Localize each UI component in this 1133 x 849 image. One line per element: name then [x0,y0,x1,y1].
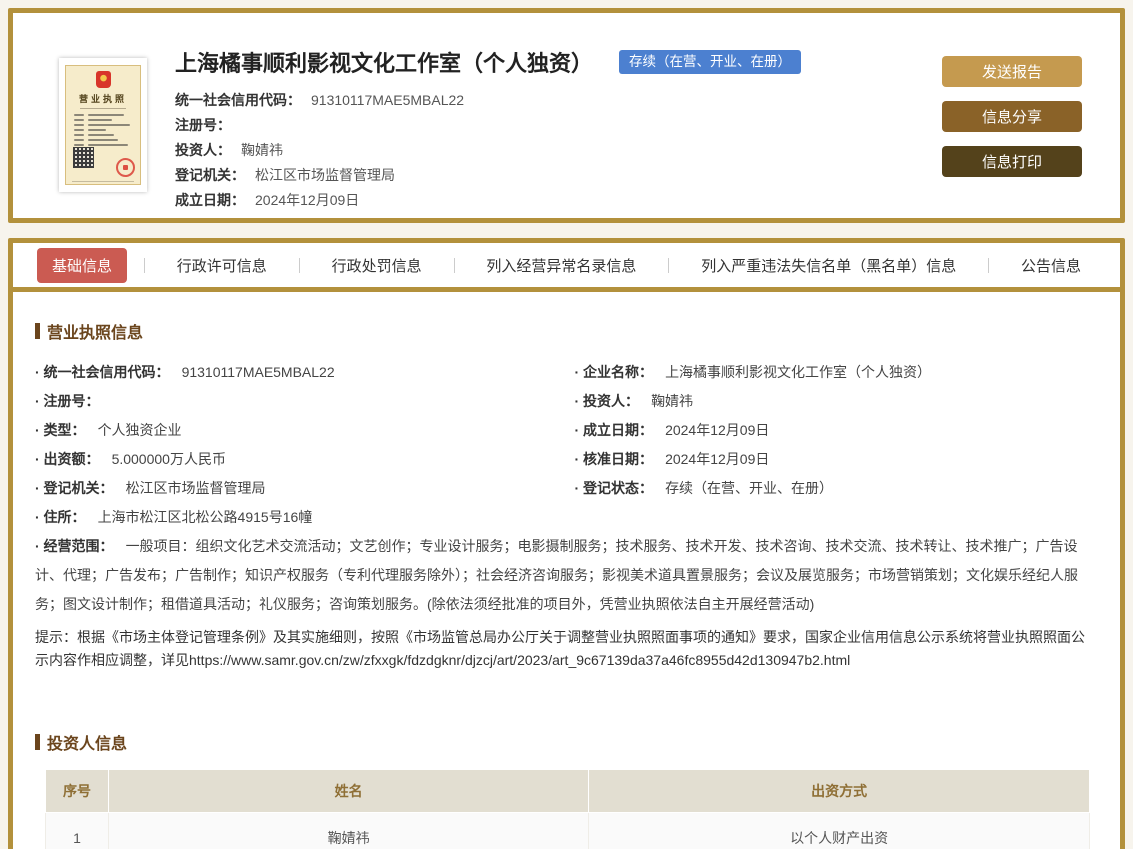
field-founded-date: · 成立日期：2024年12月09日 [575,416,1091,445]
tab-abnormal-list[interactable]: 列入经营异常名录信息 [471,248,651,283]
field-business-scope: · 经营范围：一般项目：组织文化艺术交流活动；文艺创作；专业设计服务；电影摄制服… [35,532,1090,619]
basic-info-content: 营业执照信息 · 统一社会信用代码：91310117MAE5MBAL22 · 企… [13,292,1120,849]
detail-card: 基础信息 行政许可信息 行政处罚信息 列入经营异常名录信息 列入严重违法失信名单… [8,238,1125,849]
tab-separator [454,258,455,273]
investor-table: 序号 姓名 出资方式 1 鞠婧祎 以个人财产出资 [45,769,1090,849]
cell-name: 鞠婧祎 [109,813,589,849]
license-notice-text: 提示：根据《市场主体登记管理条例》及其实施细则，按照《市场监管总局办公厅关于调整… [35,626,1090,672]
section-title-license-info: 营业执照信息 [35,319,1090,343]
license-thumb-title: 营业执照 [79,92,127,105]
info-print-button[interactable]: 信息打印 [942,146,1082,177]
tab-separator [144,258,145,273]
national-emblem-icon [96,71,111,88]
tab-announcement[interactable]: 公告信息 [1006,248,1096,283]
license-footline [72,181,134,182]
send-report-button[interactable]: 发送报告 [942,56,1082,87]
field-approval-date: · 核准日期：2024年12月09日 [575,445,1091,474]
tab-separator [668,258,669,273]
cell-contribution: 以个人财产出资 [589,813,1090,849]
header-field-registry: 登记机关：松江区市场监督管理局 [175,168,942,183]
tab-basic-info[interactable]: 基础信息 [37,248,127,283]
field-address: · 住所：上海市松江区北松公路4915号16幢 [35,503,551,532]
status-badge: 存续（在营、开业、在册） [619,50,801,75]
section-title-investor-info: 投资人信息 [35,730,1090,754]
field-reg-number: · 注册号： [35,387,551,416]
field-company-type: · 类型：个人独资企业 [35,416,551,445]
field-reg-status: · 登记状态：存续（在营、开业、在册） [575,474,1091,503]
tab-separator [988,258,989,273]
field-capital: · 出资额：5.000000万人民币 [35,445,551,474]
field-registry: · 登记机关：松江区市场监督管理局 [35,474,551,503]
company-name: 上海橘事顺利影视文化工作室（个人独资） [175,46,593,78]
header-field-founded-date: 成立日期：2024年12月09日 [175,193,942,208]
investor-table-header-row: 序号 姓名 出资方式 [46,770,1090,813]
license-fields-grid: · 统一社会信用代码：91310117MAE5MBAL22 · 企业名称：上海橘… [35,358,1090,619]
section-marker [35,734,40,750]
section-marker [35,323,40,339]
license-subline [80,108,126,109]
cell-index: 1 [46,813,109,849]
field-investor: · 投资人：鞠婧祎 [575,387,1091,416]
tab-separator [299,258,300,273]
license-text-lines [66,109,140,149]
header-fields: 统一社会信用代码：91310117MAE5MBAL22 注册号： 投资人：鞠婧祎… [175,93,942,208]
title-row: 上海橘事顺利影视文化工作室（个人独资） 存续（在营、开业、在册） [175,46,942,78]
license-paper: 营业执照 [65,65,141,185]
header-main: 上海橘事顺利影视文化工作室（个人独资） 存续（在营、开业、在册） 统一社会信用代… [147,46,942,218]
column-header-name: 姓名 [109,770,589,813]
company-header-card: 营业执照 上海橘事顺利影视文化工作室（个人独资） 存续（ [8,8,1125,223]
header-buttons: 发送报告 信息分享 信息打印 [942,56,1082,177]
info-share-button[interactable]: 信息分享 [942,101,1082,132]
tab-admin-penalty[interactable]: 行政处罚信息 [317,248,437,283]
column-header-contribution: 出资方式 [589,770,1090,813]
qr-code-icon [73,147,94,168]
field-company-name: · 企业名称：上海橘事顺利影视文化工作室（个人独资） [575,358,1091,387]
business-license-thumbnail[interactable]: 营业执照 [59,58,147,192]
tab-admin-license[interactable]: 行政许可信息 [162,248,282,283]
column-header-index: 序号 [46,770,109,813]
header-field-credit-code: 统一社会信用代码：91310117MAE5MBAL22 [175,93,942,108]
header-field-reg-number: 注册号： [175,118,942,133]
field-credit-code: · 统一社会信用代码：91310117MAE5MBAL22 [35,358,551,387]
investor-table-row: 1 鞠婧祎 以个人财产出资 [46,813,1090,849]
page: 营业执照 上海橘事顺利影视文化工作室（个人独资） 存续（ [0,0,1133,849]
tab-bar: 基础信息 行政许可信息 行政处罚信息 列入经营异常名录信息 列入严重违法失信名单… [13,243,1120,292]
red-seal-icon [116,158,135,177]
tab-blacklist[interactable]: 列入严重违法失信名单（黑名单）信息 [686,248,971,283]
header-field-investor: 投资人：鞠婧祎 [175,143,942,158]
